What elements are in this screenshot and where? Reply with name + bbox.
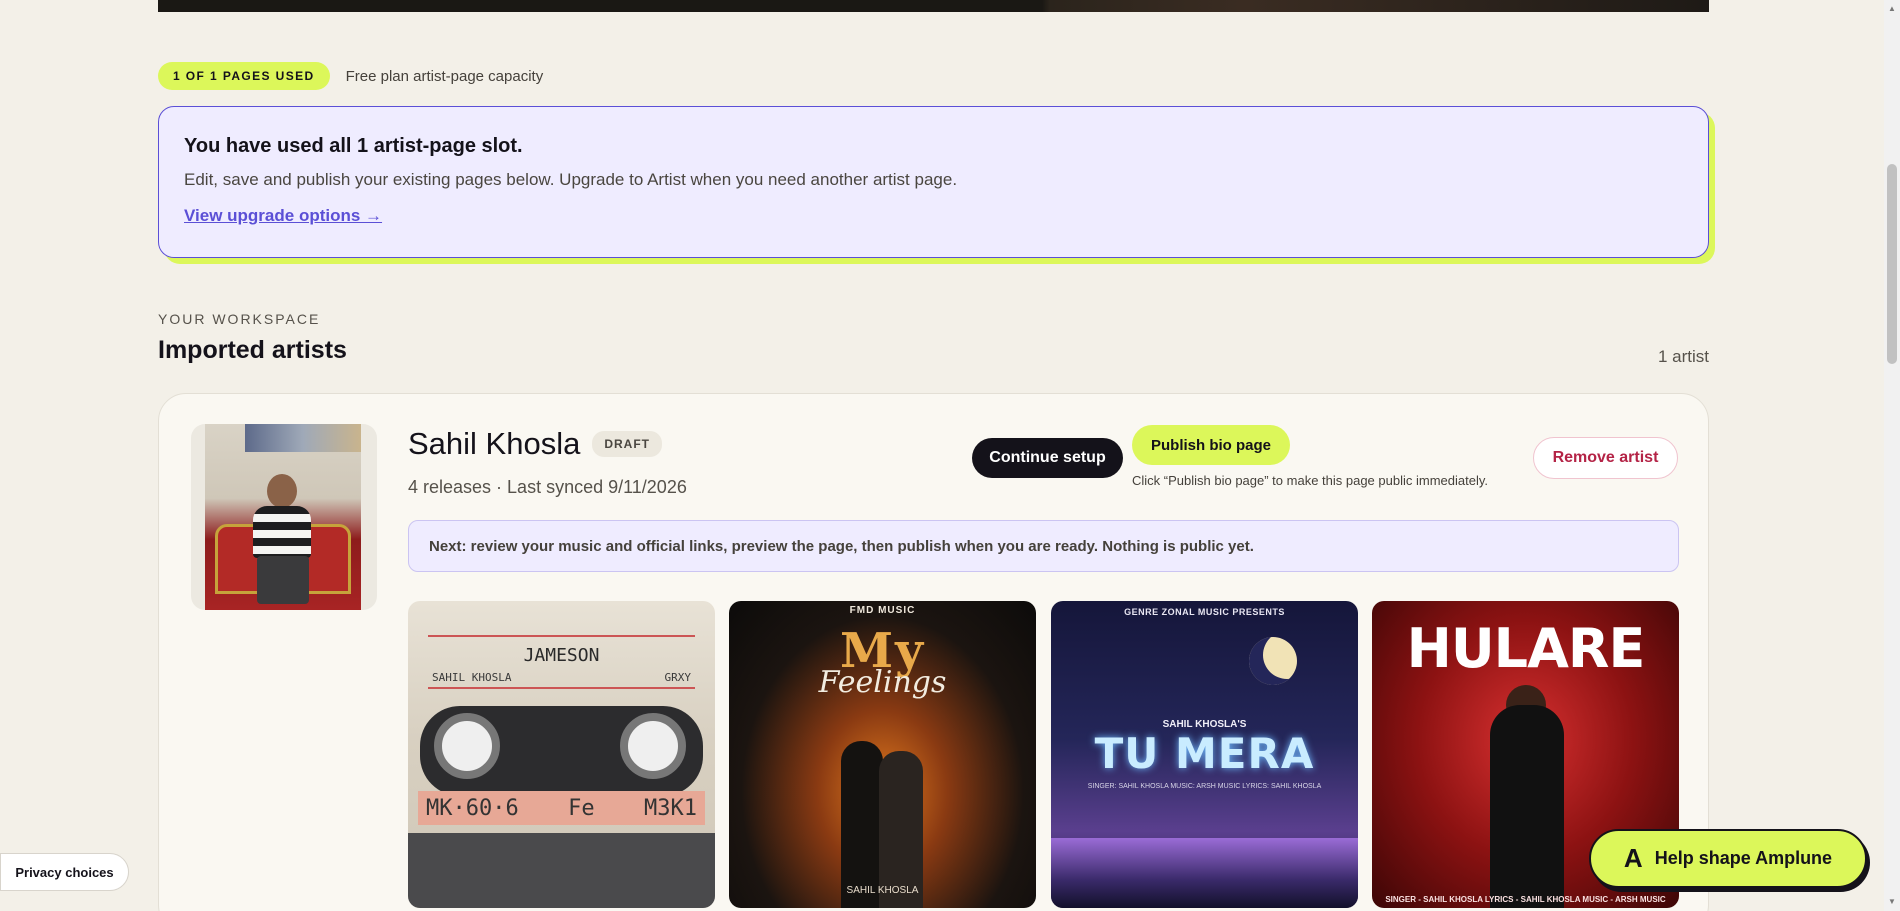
capacity-badge: 1 OF 1 PAGES USED	[158, 62, 330, 90]
release-title: HULARE	[1406, 617, 1646, 680]
scroll-down-icon[interactable]: ▼	[1887, 897, 1897, 907]
cassette-base	[408, 833, 715, 908]
artist-name-row: Sahil Khosla DRAFT	[408, 426, 663, 462]
artist-meta: 4 releases · Last synced 9/11/2026	[408, 477, 687, 497]
release-tag: GRXY	[664, 671, 692, 684]
release-cover-tu-mera[interactable]: GENRE ZONAL MUSIC PRESENTS SAHIL KHOSLA'…	[1051, 601, 1358, 908]
scroll-thumb[interactable]	[1887, 164, 1897, 364]
cover-figure	[1490, 705, 1564, 908]
continue-setup-button[interactable]: Continue setup	[972, 438, 1123, 478]
plan-limit-card: You have used all 1 artist-page slot. Ed…	[158, 106, 1709, 258]
cover-figure-left	[841, 741, 883, 908]
release-title: TU MERA	[1094, 729, 1315, 778]
next-steps-text: Next: review your music and official lin…	[429, 537, 1254, 555]
cassette-reel-left	[434, 713, 500, 779]
release-credits: SINGER: SAHIL KHOSLA MUSIC: ARSH MUSIC L…	[1087, 783, 1322, 790]
artist-count: 1 artist	[1657, 347, 1709, 366]
artist-name: Sahil Khosla	[408, 426, 581, 461]
avatar-person-body	[253, 506, 311, 558]
privacy-choices-button[interactable]: Privacy choices	[0, 853, 129, 891]
avatar-person-head	[267, 474, 297, 508]
release-title: JAMESON	[523, 645, 600, 666]
cassette-code-strip: MK·60·6 Fe M3K1	[418, 791, 705, 825]
cassette-code-right: M3K1	[644, 795, 697, 821]
release-credit: SINGER - SAHIL KHOSLA LYRICS - SAHIL KHO…	[1385, 895, 1666, 904]
feedback-label: Help shape Amplune	[1654, 848, 1833, 868]
release-credit: SAHIL KHOSLA	[846, 885, 919, 896]
scroll-up-icon[interactable]: ▲	[1887, 4, 1897, 14]
capacity-row: 1 OF 1 PAGES USED Free plan artist-page …	[158, 62, 543, 90]
cassette-code-left: MK·60·6	[426, 795, 519, 821]
remove-artist-button[interactable]: Remove artist	[1533, 437, 1678, 479]
amplune-logo-icon: A	[1623, 843, 1643, 873]
publish-bio-page-button[interactable]: Publish bio page	[1132, 425, 1290, 465]
page-title: Imported artists	[158, 336, 347, 364]
page-scrollbar[interactable]: ▲ ▼	[1884, 0, 1900, 911]
avatar-frame	[191, 424, 377, 610]
release-cover-jameson[interactable]: JAMESON SAHIL KHOSLA GRXY MK·60·6 Fe M3K…	[408, 601, 715, 908]
view-upgrade-options-link[interactable]: View upgrade options →	[184, 206, 382, 226]
avatar-person-legs	[257, 556, 309, 604]
plan-limit-title: You have used all 1 artist-page slot.	[184, 135, 523, 157]
release-cover-my-feelings[interactable]: FMD MUSIC My Feelings SAHIL KHOSLA	[729, 601, 1036, 908]
moon-icon	[1249, 637, 1297, 685]
hero-image-strip	[158, 0, 1709, 12]
release-artist-text: SAHIL KHOSLA	[432, 671, 512, 684]
avatar	[205, 424, 361, 610]
capacity-note: Free plan artist-page capacity	[345, 67, 544, 85]
plan-limit-description: Edit, save and publish your existing pag…	[184, 170, 958, 189]
release-script-title: Feelings	[818, 665, 947, 700]
status-badge: DRAFT	[592, 431, 663, 457]
artist-card: Sahil Khosla DRAFT 4 releases · Last syn…	[158, 393, 1709, 911]
release-label: FMD MUSIC	[849, 605, 916, 616]
help-shape-amplune-button[interactable]: A Help shape Amplune	[1589, 829, 1867, 888]
cover-city-skyline	[1051, 838, 1358, 908]
workspace-eyebrow: YOUR WORKSPACE	[158, 311, 321, 327]
publish-hint: Click “Publish bio page” to make this pa…	[1132, 473, 1488, 488]
cassette-code-mid: Fe	[568, 795, 595, 821]
next-steps-banner: Next: review your music and official lin…	[408, 520, 1679, 572]
release-label: GENRE ZONAL MUSIC PRESENTS	[1124, 607, 1285, 617]
avatar-background-painting	[245, 424, 361, 452]
tape-sub-row: SAHIL KHOSLA GRXY	[432, 671, 691, 684]
cassette-reel-right	[620, 713, 686, 779]
